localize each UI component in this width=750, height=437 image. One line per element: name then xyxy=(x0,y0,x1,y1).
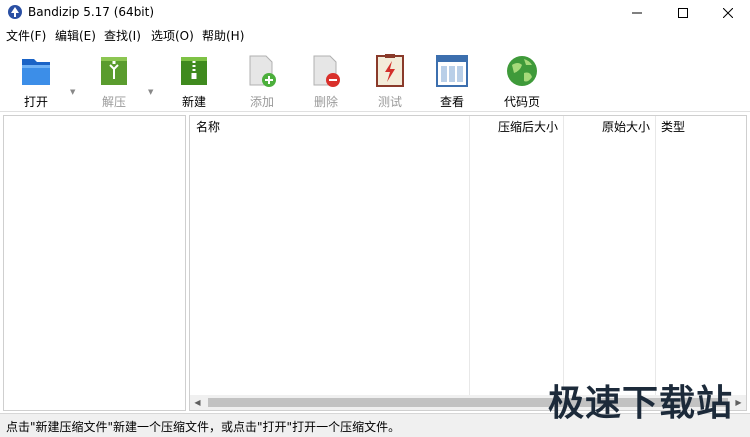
scroll-right-icon[interactable]: ▶ xyxy=(731,395,746,410)
delete-file-icon xyxy=(313,55,340,87)
extract-dropdown-arrow[interactable]: ▼ xyxy=(148,88,153,96)
menu-help[interactable]: 帮助(H) xyxy=(202,27,244,44)
column-separator xyxy=(655,116,656,396)
test-archive-icon xyxy=(376,54,404,87)
test-button[interactable]: 测试 xyxy=(360,53,420,111)
file-list-pane[interactable]: 名称 压缩后大小 原始大小 类型 ◀ ▶ xyxy=(189,115,747,411)
maximize-button[interactable] xyxy=(660,0,706,25)
column-header-name[interactable]: 名称 xyxy=(196,116,220,138)
delete-label: 删除 xyxy=(313,95,338,109)
menu-edit[interactable]: 编辑(E) xyxy=(55,27,96,44)
codepage-label: 代码页 xyxy=(503,95,540,109)
column-header-original-size[interactable]: 原始大小 xyxy=(564,116,650,138)
folder-open-icon xyxy=(22,59,50,85)
menu-options[interactable]: 选项(O) xyxy=(151,27,194,44)
open-button[interactable]: 打开 xyxy=(6,53,66,111)
add-label: 添加 xyxy=(249,95,274,109)
add-file-icon xyxy=(249,55,276,87)
extract-button[interactable]: 解压 xyxy=(84,53,144,111)
folder-tree-pane[interactable] xyxy=(3,115,186,411)
minimize-button[interactable] xyxy=(614,0,660,25)
bandizip-logo-icon xyxy=(8,5,22,19)
menu-bar: 文件(F) 编辑(E) 查找(I) 选项(O) 帮助(H) xyxy=(0,25,750,45)
column-header-type[interactable]: 类型 xyxy=(661,116,685,138)
column-header-compressed-size[interactable]: 压缩后大小 xyxy=(470,116,558,138)
extract-label: 解压 xyxy=(101,95,126,109)
window-title: Bandizip 5.17 (64bit) xyxy=(28,5,155,19)
add-button[interactable]: 添加 xyxy=(232,53,292,111)
watermark-logo: 极速下载站 xyxy=(548,383,734,424)
menu-file[interactable]: 文件(F) xyxy=(6,27,46,44)
view-label: 查看 xyxy=(439,95,464,109)
new-archive-icon xyxy=(181,57,207,85)
open-dropdown-arrow[interactable]: ▼ xyxy=(70,88,75,96)
new-archive-button[interactable]: 新建 xyxy=(164,53,224,111)
column-separator xyxy=(469,116,470,396)
open-label: 打开 xyxy=(23,95,48,109)
maximize-icon xyxy=(678,7,688,18)
extract-archive-icon xyxy=(101,57,127,85)
delete-button[interactable]: 删除 xyxy=(296,53,356,111)
close-icon xyxy=(723,7,733,18)
codepage-button[interactable]: 代码页 xyxy=(492,53,552,111)
globe-icon xyxy=(507,56,537,86)
close-button[interactable] xyxy=(705,0,750,25)
minimize-icon xyxy=(632,12,642,13)
test-label: 测试 xyxy=(377,95,402,109)
menu-find[interactable]: 查找(I) xyxy=(104,27,141,44)
status-text: 点击"新建压缩文件"新建一个压缩文件，或点击"打开"打开一个压缩文件。 xyxy=(6,420,401,434)
view-button[interactable]: 查看 xyxy=(422,53,482,111)
title-bar[interactable]: Bandizip 5.17 (64bit) xyxy=(0,0,750,25)
column-separator xyxy=(563,116,564,396)
toolbar: 打开 ▼ 解压 ▼ 新建 添加 删除 测试 查看 代码页 xyxy=(0,45,750,112)
scroll-left-icon[interactable]: ◀ xyxy=(190,395,205,410)
view-icon xyxy=(436,55,468,87)
new-label: 新建 xyxy=(181,95,206,109)
